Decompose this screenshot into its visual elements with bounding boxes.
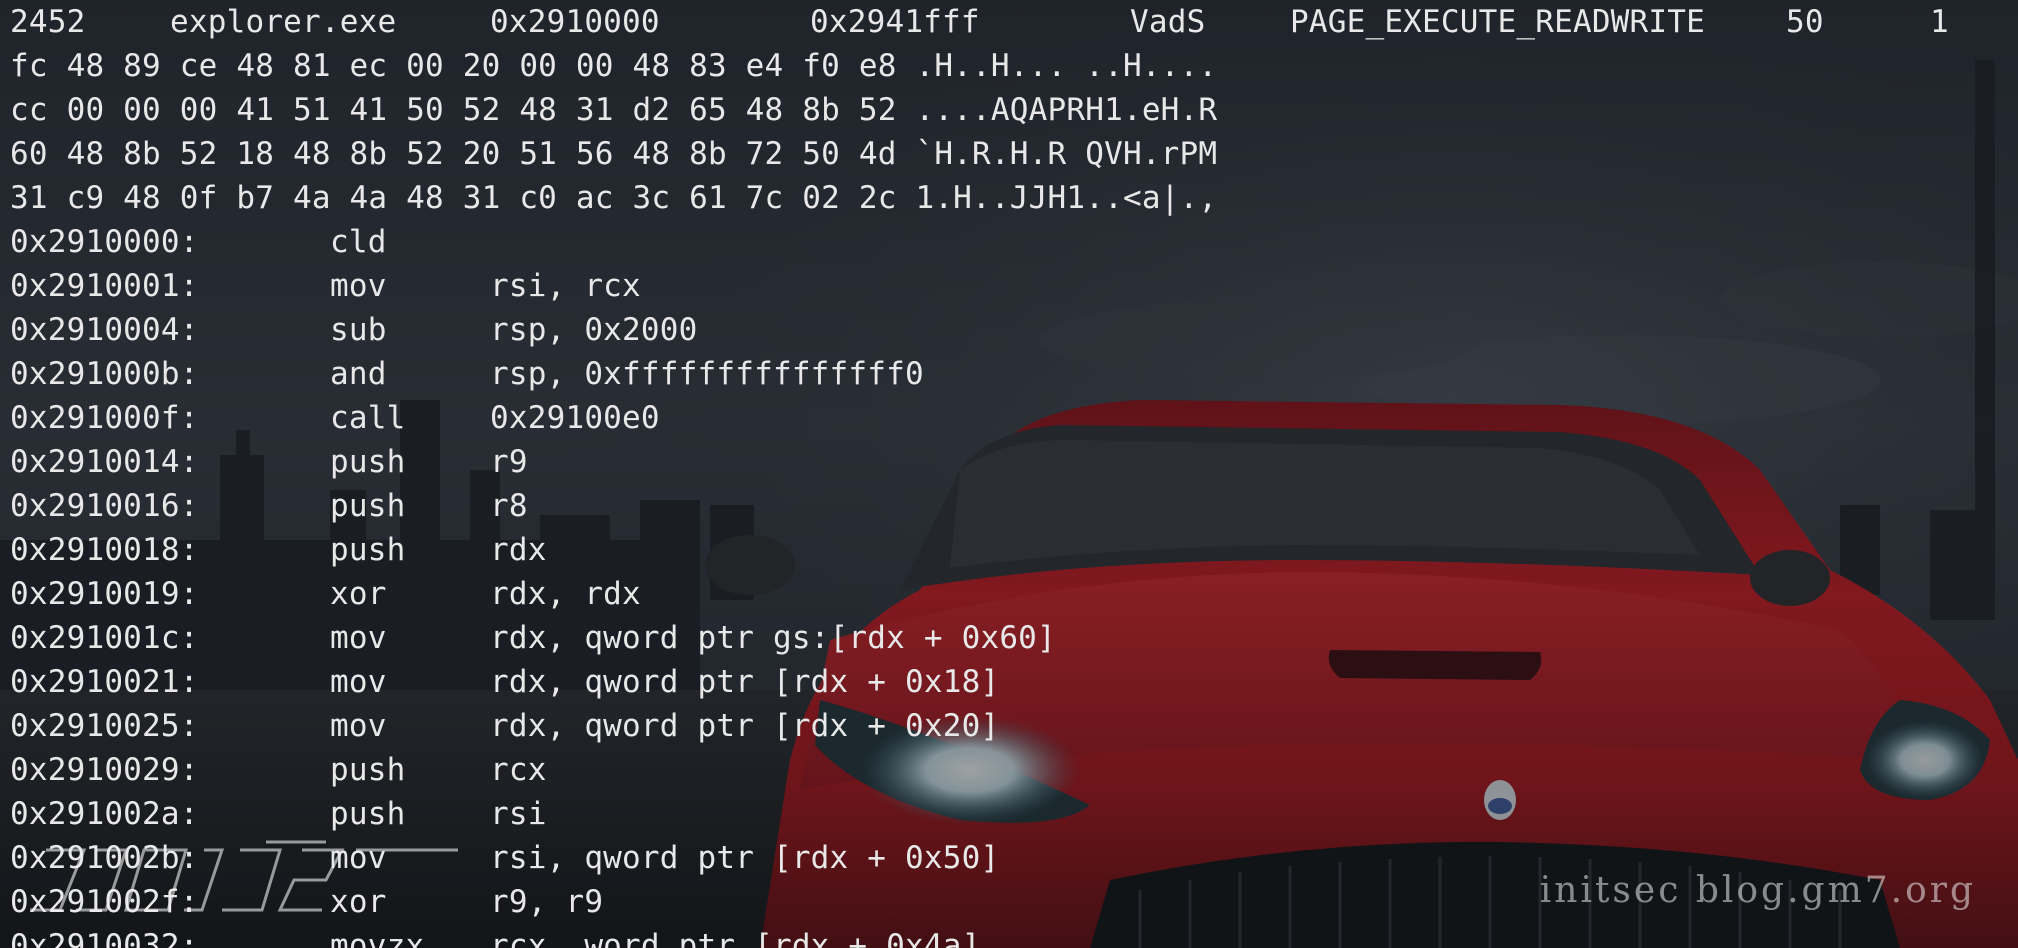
asm-address: 0x2910019: <box>10 576 199 612</box>
disasm-line: 0x2910016: push r8 <box>10 484 528 528</box>
disasm-line: 0x291000f: call 0x29100e0 <box>10 396 660 440</box>
asm-opcode: mov <box>330 708 387 744</box>
process-name-cell: explorer.exe <box>170 4 397 40</box>
tag-cell: VadS <box>1130 4 1206 40</box>
asm-operands: r9 <box>490 444 528 480</box>
asm-operands: 0x29100e0 <box>490 400 660 436</box>
disasm-line: 0x2910018: push rdx <box>10 528 546 572</box>
asm-address: 0x2910029: <box>10 752 199 788</box>
asm-address: 0x2910032: <box>10 928 199 948</box>
asm-address: 0x2910004: <box>10 312 199 348</box>
disasm-line: 0x2910025: mov rdx, qword ptr [rdx + 0x2… <box>10 704 999 748</box>
hexdump-line: 31 c9 48 0f b7 4a 4a 48 31 c0 ac 3c 61 7… <box>10 180 1218 216</box>
asm-operands: rdx, rdx <box>490 576 641 612</box>
disasm-line: 0x2910021: mov rdx, qword ptr [rdx + 0x1… <box>10 660 999 704</box>
asm-opcode: movzx <box>330 928 425 948</box>
asm-operands: r9, r9 <box>490 884 604 920</box>
commit-cell: 50 <box>1786 4 1824 40</box>
asm-address: 0x291000b: <box>10 356 199 392</box>
watermark-logo <box>30 840 458 912</box>
asm-address: 0x2910018: <box>10 532 199 568</box>
asm-operands: rsp, 0x2000 <box>490 312 698 348</box>
asm-opcode: push <box>330 444 406 480</box>
asm-opcode: and <box>330 356 387 392</box>
asm-operands: rsp, 0xfffffffffffffff0 <box>490 356 924 392</box>
asm-opcode: push <box>330 796 406 832</box>
asm-opcode: push <box>330 532 406 568</box>
asm-opcode: xor <box>330 576 387 612</box>
asm-operands: rsi, rcx <box>490 268 641 304</box>
asm-operands: r8 <box>490 488 528 524</box>
asm-operands: rsi <box>490 796 547 832</box>
terminal-window[interactable]: 2452 explorer.exe 0x2910000 0x2941fff Va… <box>0 0 2018 948</box>
disasm-line: 0x2910000: cld <box>10 220 386 264</box>
disasm-line: 0x2910001: mov rsi, rcx <box>10 264 641 308</box>
asm-address: 0x2910025: <box>10 708 199 744</box>
disasm-line: 0x2910032: movzx rcx, word ptr [rdx + 0x… <box>10 924 980 948</box>
disasm-line: 0x291000b: and rsp, 0xfffffffffffffff0 <box>10 352 924 396</box>
asm-operands: rcx, word ptr [rdx + 0x4a] <box>490 928 981 948</box>
disasm-line: 0x2910014: push r9 <box>10 440 528 484</box>
disasm-line: 0x2910029: push rcx <box>10 748 546 792</box>
asm-opcode: mov <box>330 268 387 304</box>
asm-opcode: mov <box>330 664 387 700</box>
end-address-cell: 0x2941fff <box>810 4 980 40</box>
asm-opcode: push <box>330 752 406 788</box>
asm-operands: rsi, qword ptr [rdx + 0x50] <box>490 840 1000 876</box>
asm-opcode: cld <box>330 224 387 260</box>
asm-address: 0x291000f: <box>10 400 199 436</box>
asm-operands: rdx, qword ptr gs:[rdx + 0x60] <box>490 620 1056 656</box>
asm-address: 0x2910016: <box>10 488 199 524</box>
hexdump-line: fc 48 89 ce 48 81 ec 00 20 00 00 48 83 e… <box>10 48 1218 84</box>
asm-opcode: call <box>330 400 406 436</box>
asm-address: 0x2910021: <box>10 664 199 700</box>
asm-address: 0x2910014: <box>10 444 199 480</box>
watermark-blog-text: initsec blog.gm7.org <box>1539 870 1976 911</box>
asm-address: 0x2910000: <box>10 224 199 260</box>
asm-opcode: sub <box>330 312 387 348</box>
start-address-cell: 0x2910000 <box>490 4 660 40</box>
asm-opcode: push <box>330 488 406 524</box>
asm-address: 0x291002a: <box>10 796 199 832</box>
asm-address: 0x291001c: <box>10 620 199 656</box>
terminal-output[interactable]: 2452 explorer.exe 0x2910000 0x2941fff Va… <box>0 0 2018 948</box>
asm-operands: rcx <box>490 752 547 788</box>
malfind-header-row: 2452 explorer.exe 0x2910000 0x2941fff Va… <box>10 0 1949 44</box>
disasm-line: 0x2910019: xor rdx, rdx <box>10 572 641 616</box>
asm-operands: rdx, qword ptr [rdx + 0x18] <box>490 664 1000 700</box>
asm-operands: rdx, qword ptr [rdx + 0x20] <box>490 708 1000 744</box>
private-memory-cell: 1 <box>1930 4 1949 40</box>
asm-operands: rdx <box>490 532 547 568</box>
disasm-line: 0x291001c: mov rdx, qword ptr gs:[rdx + … <box>10 616 1056 660</box>
disasm-line: 0x291002a: push rsi <box>10 792 546 836</box>
asm-opcode: mov <box>330 620 387 656</box>
protection-cell: PAGE_EXECUTE_READWRITE <box>1290 4 1705 40</box>
pid-cell: 2452 <box>10 4 86 40</box>
hexdump-line: cc 00 00 00 41 51 41 50 52 48 31 d2 65 4… <box>10 92 1218 128</box>
disasm-line: 0x2910004: sub rsp, 0x2000 <box>10 308 697 352</box>
asm-address: 0x2910001: <box>10 268 199 304</box>
hexdump-line: 60 48 8b 52 18 48 8b 52 20 51 56 48 8b 7… <box>10 136 1218 172</box>
